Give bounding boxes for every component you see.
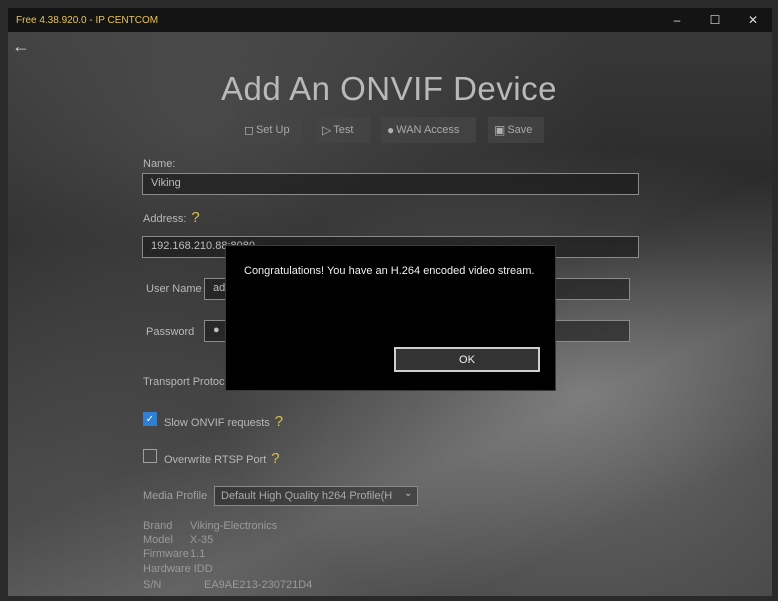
toolbar: ◻ Set Up ▷ Test ● WAN Access ▣ Save bbox=[0, 117, 778, 143]
wan-access-button[interactable]: ● WAN Access bbox=[381, 117, 476, 143]
brand-label: Brand bbox=[143, 520, 173, 532]
minimize-icon: – bbox=[673, 13, 681, 27]
slow-onvif-label: Slow ONVIF requests? bbox=[164, 413, 283, 430]
brand-value: Viking-Electronics bbox=[190, 520, 278, 532]
save-label: Save bbox=[507, 124, 533, 136]
overwrite-rtsp-help-icon[interactable]: ? bbox=[271, 450, 279, 467]
media-profile-select[interactable]: Default High Quality h264 Profile(H bbox=[214, 486, 418, 506]
message-dialog: Congratulations! You have an H.264 encod… bbox=[225, 245, 556, 391]
username-label: User Name bbox=[146, 283, 202, 295]
model-label: Model bbox=[143, 534, 173, 546]
save-icon: ▣ bbox=[494, 123, 506, 137]
setup-label: Set Up bbox=[255, 124, 290, 136]
slow-onvif-text: Slow ONVIF requests bbox=[164, 417, 270, 429]
play-icon: ▷ bbox=[322, 123, 332, 137]
setup-button[interactable]: ◻ Set Up bbox=[238, 117, 302, 143]
close-icon: ✕ bbox=[747, 13, 759, 27]
slow-onvif-checkbox[interactable]: ✓ bbox=[143, 412, 157, 426]
sn-value: EA9AE213-230721D4 bbox=[204, 579, 313, 591]
address-help-icon[interactable]: ? bbox=[191, 209, 199, 226]
dialog-message: Congratulations! You have an H.264 encod… bbox=[244, 265, 535, 277]
password-label: Password bbox=[146, 326, 195, 338]
ok-label: OK bbox=[459, 353, 475, 366]
overwrite-rtsp-label: Overwrite RTSP Port? bbox=[164, 450, 280, 467]
firmware-row: Firmware 1.1 bbox=[143, 548, 205, 560]
page-title: Add An ONVIF Device bbox=[221, 70, 557, 107]
maximize-icon: ☐ bbox=[709, 13, 721, 27]
address-label-text: Address: bbox=[143, 213, 187, 225]
firmware-value: 1.1 bbox=[190, 548, 206, 560]
overwrite-rtsp-checkbox[interactable] bbox=[143, 449, 157, 463]
firmware-label: Firmware bbox=[143, 548, 189, 560]
media-profile-label: Media Profile bbox=[143, 490, 208, 502]
media-profile-value: Default High Quality h264 Profile(H bbox=[221, 490, 393, 502]
model-row: Model X-35 bbox=[143, 534, 213, 546]
minimize-button[interactable]: – bbox=[658, 8, 696, 32]
overwrite-rtsp-text: Overwrite RTSP Port bbox=[164, 454, 267, 466]
ok-button[interactable]: OK bbox=[394, 347, 540, 372]
window-titlebar: Free 4.38.920.0 - IP CENTCOM – ☐ ✕ bbox=[8, 8, 772, 32]
wan-access-label: WAN Access bbox=[396, 124, 460, 136]
slow-onvif-help-icon[interactable]: ? bbox=[275, 413, 283, 430]
hardware-row: Hardware IDD bbox=[143, 563, 213, 575]
test-label: Test bbox=[333, 124, 354, 136]
name-label: Name: bbox=[143, 158, 176, 170]
maximize-button[interactable]: ☐ bbox=[696, 8, 734, 32]
transport-protocol-label: Transport Protoc bbox=[143, 376, 225, 388]
window-title: Free 4.38.920.0 - IP CENTCOM bbox=[16, 14, 159, 26]
back-button[interactable]: ← bbox=[10, 36, 32, 56]
sn-row: S/N EA9AE213-230721D4 bbox=[143, 579, 312, 591]
model-value: X-35 bbox=[190, 534, 214, 546]
checkmark-icon: ✓ bbox=[145, 414, 155, 425]
close-button[interactable]: ✕ bbox=[734, 8, 772, 32]
address-label: Address:? bbox=[143, 209, 200, 226]
globe-icon: ● bbox=[387, 123, 395, 137]
hardware-label: Hardware IDD bbox=[143, 563, 213, 575]
save-button[interactable]: ▣ Save bbox=[488, 117, 544, 143]
test-button[interactable]: ▷ Test bbox=[316, 117, 370, 143]
name-field[interactable]: Viking bbox=[142, 173, 639, 195]
chevron-down-icon: ⌄ bbox=[404, 488, 413, 499]
sn-label: S/N bbox=[143, 579, 162, 591]
brand-row: Brand Viking-Electronics bbox=[143, 520, 277, 532]
setup-icon: ◻ bbox=[244, 123, 254, 137]
back-arrow-icon: ← bbox=[12, 36, 30, 56]
